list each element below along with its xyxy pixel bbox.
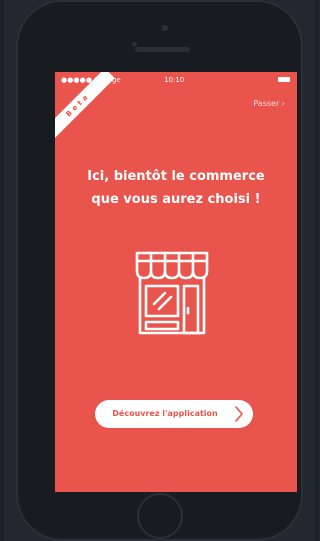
- battery-icon: [278, 77, 290, 82]
- app-screen: ●●●●● Orange 10:10 Beta Passer › Ici, bi…: [55, 72, 297, 492]
- discover-app-button[interactable]: Découvrez l'application: [95, 400, 253, 428]
- discover-app-label: Découvrez l'application: [112, 409, 218, 418]
- page-edge-right: [315, 0, 319, 541]
- headline-line-2: que vous aurez choisi !: [91, 192, 261, 207]
- earpiece-speaker: [135, 47, 190, 52]
- chevron-right-icon: [235, 406, 243, 422]
- page-edge-left: [0, 0, 4, 541]
- home-button[interactable]: [137, 493, 183, 539]
- headline-line-1: Ici, bientôt le commerce: [87, 169, 265, 184]
- front-camera-icon: [162, 25, 168, 31]
- status-time: 10:10: [164, 76, 185, 84]
- onboarding-headline: Ici, bientôt le commerce que vous aurez …: [55, 165, 297, 211]
- storefront-icon: [135, 251, 209, 335]
- skip-button[interactable]: Passer ›: [253, 99, 285, 108]
